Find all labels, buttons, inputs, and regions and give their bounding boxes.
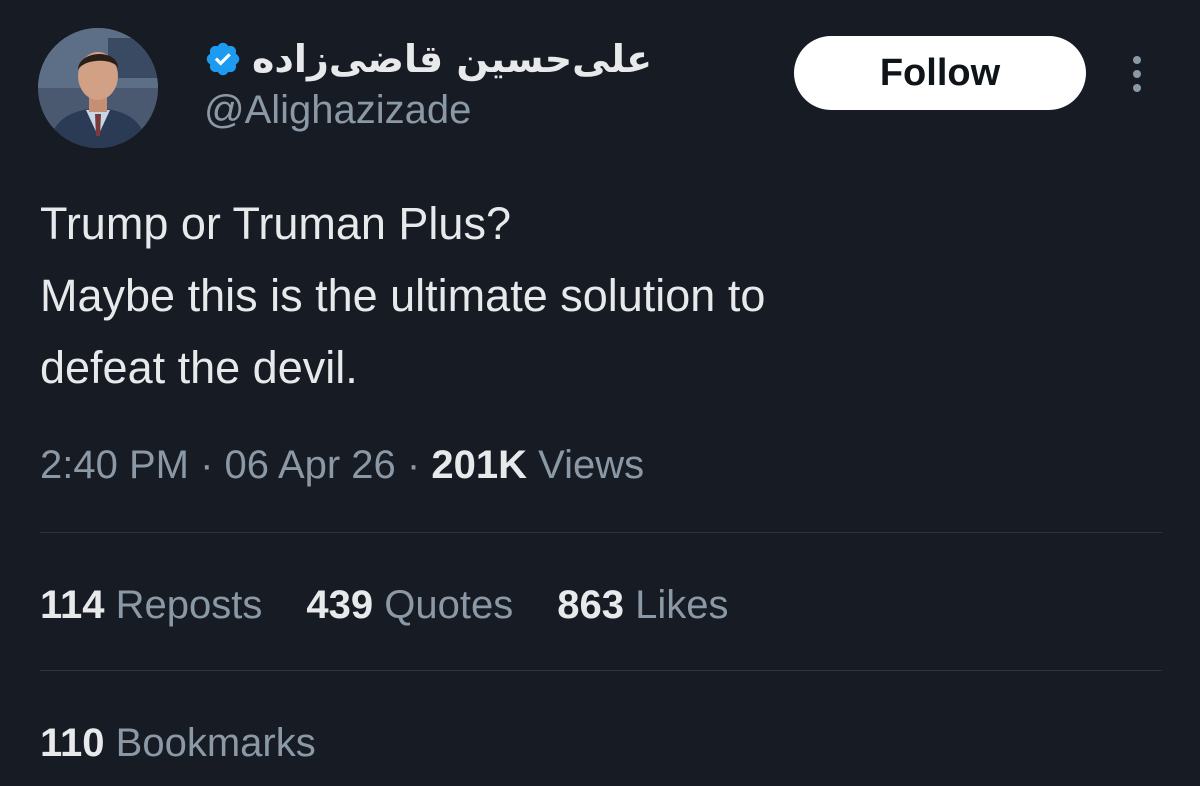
avatar-photo: [38, 28, 158, 148]
engagement-stats: 114 Reposts 439 Quotes 863 Likes: [40, 580, 729, 630]
tweet-text-line: Maybe this is the ultimate solution to: [40, 270, 766, 321]
tweet-text: Trump or Truman Plus? Maybe this is the …: [40, 188, 1160, 404]
author-handle[interactable]: @Alighazizade: [204, 90, 471, 130]
quotes-stat[interactable]: 439 Quotes: [306, 580, 513, 630]
tweet-card: علی‌حسین قاضی‌زاده @Alighazizade Follow …: [0, 0, 1200, 786]
reposts-label: Reposts: [115, 583, 263, 627]
tweet-date[interactable]: 06 Apr 26: [225, 443, 396, 487]
quotes-count: 439: [306, 583, 374, 627]
tweet-text-line: Trump or Truman Plus?: [40, 198, 511, 249]
likes-count: 863: [557, 583, 624, 627]
bookmarks-stat[interactable]: 110 Bookmarks: [40, 718, 316, 768]
views-label: Views: [538, 443, 645, 487]
follow-button[interactable]: Follow: [794, 36, 1086, 110]
tweet-time[interactable]: 2:40 PM: [40, 443, 189, 487]
likes-stat[interactable]: 863 Likes: [557, 580, 728, 630]
reposts-count: 114: [40, 583, 105, 627]
reposts-stat[interactable]: 114 Reposts: [40, 580, 262, 630]
verified-badge-icon: [206, 42, 240, 76]
quotes-label: Quotes: [384, 583, 514, 627]
author-name-row[interactable]: علی‌حسین قاضی‌زاده: [204, 34, 652, 84]
meta-separator: ·: [200, 443, 214, 487]
likes-label: Likes: [635, 583, 729, 627]
avatar[interactable]: [38, 28, 158, 148]
divider: [40, 532, 1162, 533]
bookmarks-count: 110: [40, 721, 105, 765]
tweet-text-line: defeat the devil.: [40, 342, 358, 393]
bookmarks-label: Bookmarks: [115, 721, 316, 765]
more-dots-icon[interactable]: [1122, 54, 1152, 94]
views-count: 201K: [431, 443, 527, 487]
divider: [40, 670, 1162, 671]
author-display-name[interactable]: علی‌حسین قاضی‌زاده: [252, 40, 652, 78]
meta-separator: ·: [406, 443, 421, 487]
tweet-meta: 2:40 PM · 06 Apr 26 · 201K Views: [40, 440, 644, 490]
